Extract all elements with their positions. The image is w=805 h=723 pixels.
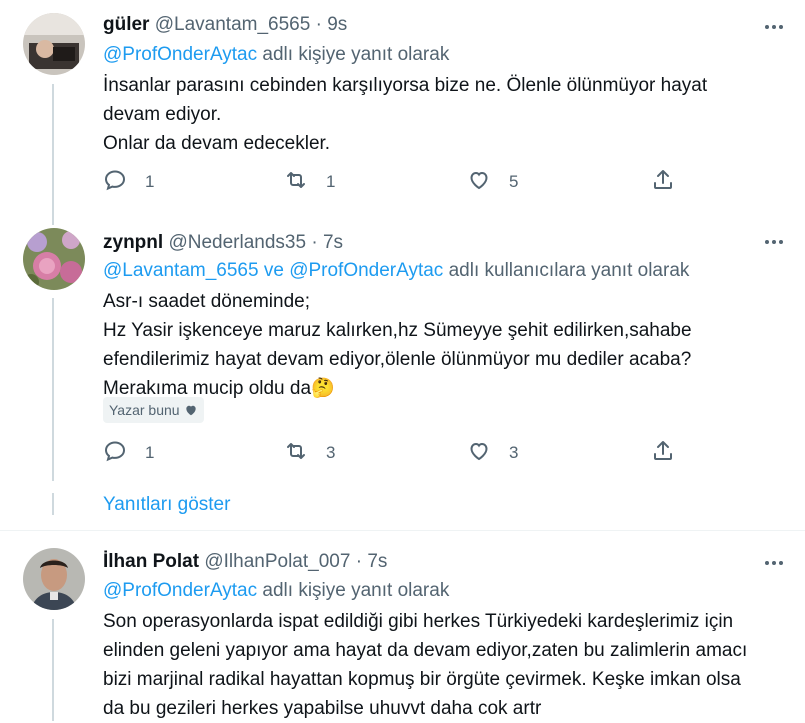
reply-suffix: adlı kişiye yanıt olarak <box>257 580 450 601</box>
mention-link[interactable]: @ProfOnderAytac <box>103 580 257 601</box>
tweet-header: zynpnl @Nederlands35 · 7s <box>103 232 343 254</box>
timestamp[interactable]: 9s <box>327 14 347 35</box>
reply-context: @Lavantam_6565 ve @ProfOnderAytac adlı k… <box>103 260 689 282</box>
tweet-line: efendilerimiz hayat devam ediyor,ölenle … <box>103 349 692 370</box>
tweet-line: elinden geleni yapıyor ama hayat da deva… <box>103 640 748 661</box>
like-button[interactable]: 3 <box>467 438 518 468</box>
reply-context: @ProfOnderAytac adlı kişiye yanıt olarak <box>103 44 449 66</box>
separator-dot: · <box>315 14 322 35</box>
mention-link[interactable]: @Lavantam_6565 <box>103 260 259 281</box>
tweet[interactable]: zynpnl @Nederlands35 · 7s @Lavantam_6565… <box>0 220 805 525</box>
tweet-line: bizi marjinal radikal hayattan kopmuş bi… <box>103 669 741 690</box>
avatar[interactable] <box>23 548 85 610</box>
user-handle[interactable]: @Nederlands35 <box>168 232 306 253</box>
more-icon[interactable] <box>762 15 786 39</box>
like-icon <box>467 168 491 197</box>
tweet-line-text: Merakıma mucip oldu da <box>103 378 312 399</box>
like-count: 3 <box>509 443 519 462</box>
tweet-line: Son operasyonlarda ispat edildiği gibi h… <box>103 611 734 632</box>
share-button[interactable] <box>651 167 675 197</box>
tweet-line: Asr-ı saadet döneminde; <box>103 291 311 312</box>
share-button[interactable] <box>651 438 675 468</box>
separator-dot: · <box>355 551 363 572</box>
reply-icon <box>103 168 127 197</box>
retweet-button[interactable]: 3 <box>284 438 335 468</box>
tweet[interactable]: güler @Lavantam_6565 · 9s @ProfOnderAyta… <box>0 0 805 220</box>
tweet-line: Onlar da devam edecekler. <box>103 133 331 154</box>
reply-count: 1 <box>145 172 155 191</box>
retweet-button[interactable]: 1 <box>284 167 335 197</box>
reply-icon <box>103 439 127 468</box>
display-name[interactable]: zynpnl <box>103 232 163 253</box>
timestamp[interactable]: 7s <box>367 551 387 572</box>
tweet-header: güler @Lavantam_6565 · 9s <box>103 14 347 36</box>
tweet-actions: 1 1 5 <box>103 167 703 197</box>
reply-joiner: ve <box>258 260 290 281</box>
tweet-text: Asr-ı saadet döneminde; Hz Yasir işkence… <box>103 287 773 403</box>
share-icon <box>651 168 675 197</box>
retweet-count: 1 <box>326 172 336 191</box>
mention-link[interactable]: @ProfOnderAytac <box>289 260 443 281</box>
retweet-icon <box>284 439 308 468</box>
tweet-line: da bu gezileri herkes yapabilse uhuvvt d… <box>103 698 542 719</box>
tweet-line: devam ediyor. <box>103 104 222 125</box>
author-liked-badge: Yazar bunu <box>103 397 204 423</box>
display-name[interactable]: İlhan Polat <box>103 551 199 572</box>
separator-dot: · <box>311 232 318 253</box>
tweet-actions: 1 3 3 <box>103 438 703 468</box>
badge-label: Yazar bunu <box>109 402 180 418</box>
like-icon <box>467 439 491 468</box>
reply-count: 1 <box>145 443 155 462</box>
heart-icon <box>184 403 198 417</box>
share-icon <box>651 439 675 468</box>
user-handle[interactable]: @Lavantam_6565 <box>155 14 311 35</box>
reply-button[interactable]: 1 <box>103 167 154 197</box>
thinking-face-emoji: 🤔 <box>311 378 335 399</box>
like-count: 5 <box>509 172 519 191</box>
tweet-text: Son operasyonlarda ispat edildiği gibi h… <box>103 607 773 723</box>
retweet-icon <box>284 168 308 197</box>
tweet-text: İnsanlar parasını cebinden karşılıyorsa … <box>103 71 773 158</box>
display-name[interactable]: güler <box>103 14 149 35</box>
mention-link[interactable]: @ProfOnderAytac <box>103 44 257 65</box>
reply-suffix: adlı kişiye yanıt olarak <box>257 44 450 65</box>
tweet-line: İnsanlar parasını cebinden karşılıyorsa … <box>103 75 708 96</box>
reply-button[interactable]: 1 <box>103 438 154 468</box>
more-icon[interactable] <box>762 551 786 575</box>
like-button[interactable]: 5 <box>467 167 518 197</box>
retweet-count: 3 <box>326 443 336 462</box>
tweet-line: Hz Yasir işkenceye maruz kalırken,hz Süm… <box>103 320 692 341</box>
reply-suffix: adlı kullanıcılara yanıt olarak <box>443 260 690 281</box>
tweet[interactable]: İlhan Polat @IlhanPolat_007 · 7s @ProfOn… <box>0 531 805 721</box>
more-icon[interactable] <box>762 230 786 254</box>
user-handle[interactable]: @IlhanPolat_007 <box>204 551 350 572</box>
show-replies-link[interactable]: Yanıtları göster <box>103 494 230 516</box>
avatar[interactable] <box>23 228 85 290</box>
timestamp[interactable]: 7s <box>323 232 343 253</box>
avatar[interactable] <box>23 13 85 75</box>
reply-context: @ProfOnderAytac adlı kişiye yanıt olarak <box>103 580 449 602</box>
tweet-header: İlhan Polat @IlhanPolat_007 · 7s <box>103 551 387 573</box>
